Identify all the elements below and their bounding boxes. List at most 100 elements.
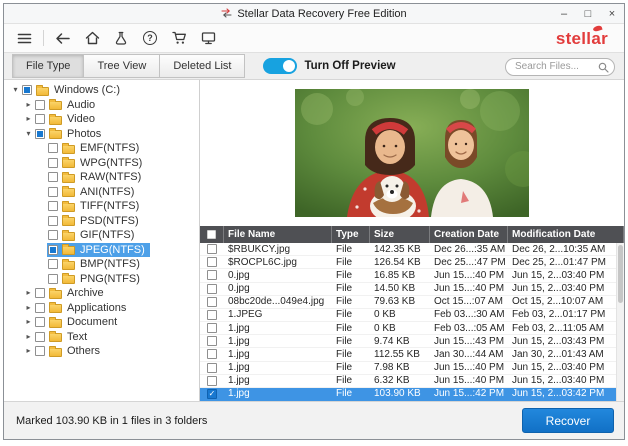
home-icon[interactable]	[82, 27, 102, 49]
status-text: Marked 103.90 KB in 1 files in 3 folders	[16, 414, 208, 427]
flask-icon[interactable]	[111, 27, 131, 49]
tree-item-png-ntfs[interactable]: PNG(NTFS)	[4, 272, 199, 287]
file-checkbox[interactable]	[207, 283, 217, 294]
monitor-icon[interactable]	[198, 27, 218, 49]
recover-button[interactable]: Recover	[522, 408, 614, 433]
table-row[interactable]: 1.JPEG File 0 KB Feb 03...:30 AM Feb 03, 2..…	[200, 309, 616, 323]
back-icon[interactable]	[53, 27, 73, 49]
tree-item-wpg-ntfs[interactable]: WPG(NTFS)	[4, 156, 199, 171]
folder-checkbox[interactable]	[48, 215, 58, 226]
table-row[interactable]: ✓ 1.jpg File 103.90 KB Jun 15...:42 PM Jun 15…	[200, 387, 616, 402]
table-row[interactable]: 0.jpg File 14.50 KB Jun 15...:40 PM Jun 15, …	[200, 283, 616, 296]
select-all-checkbox[interactable]	[207, 230, 216, 239]
table-row[interactable]: 1.jpg File 112.55 KB Jan 30...:44 AM Jan 30,…	[200, 348, 616, 362]
collapse-arrow-icon[interactable]: ▾	[10, 86, 21, 94]
tree-item-gif-ntfs[interactable]: GIF(NTFS)	[4, 228, 199, 243]
table-row[interactable]: 0.jpg File 16.85 KB Jun 15...:40 PM Jun 15, …	[200, 269, 616, 283]
expand-arrow-icon[interactable]: ▸	[23, 332, 34, 341]
search-icon[interactable]	[598, 60, 609, 78]
folder-checkbox[interactable]	[35, 288, 45, 299]
maximize-button[interactable]: □	[576, 4, 600, 23]
folder-checkbox[interactable]	[48, 201, 58, 212]
folder-checkbox[interactable]	[48, 143, 58, 154]
collapse-arrow-icon[interactable]: ▾	[23, 129, 34, 138]
tree-item-psd-ntfs[interactable]: PSD(NTFS)	[4, 214, 199, 229]
file-checkbox[interactable]	[207, 362, 217, 373]
column-header-file-name[interactable]: File Name	[224, 226, 332, 243]
folder-checkbox[interactable]	[48, 172, 58, 183]
expand-arrow-icon[interactable]: ▸	[23, 100, 34, 109]
file-checkbox[interactable]	[207, 375, 217, 386]
menu-icon[interactable]	[14, 27, 34, 49]
tree-item-jpeg-ntfs[interactable]: JPEG(NTFS)	[4, 242, 199, 257]
expand-arrow-icon[interactable]: ▸	[23, 289, 34, 297]
expand-arrow-icon[interactable]: ▸	[23, 303, 34, 312]
folder-checkbox[interactable]	[35, 346, 45, 357]
tree-item-windows-c[interactable]: ▾ Windows (C:)	[4, 83, 199, 98]
folder-checkbox[interactable]	[48, 259, 58, 270]
folder-checkbox[interactable]	[48, 244, 58, 255]
close-button[interactable]: ×	[600, 4, 624, 23]
file-checkbox[interactable]	[207, 309, 217, 320]
table-row[interactable]: 1.jpg File 7.98 KB Jun 15...:40 PM Jun 15, 2…	[200, 362, 616, 375]
table-row[interactable]: 1.jpg File 0 KB Feb 03...:05 AM Feb 03, 2...…	[200, 322, 616, 336]
tree-item-archive[interactable]: ▸ Archive	[4, 286, 199, 301]
tree-item-document[interactable]: ▸ Document	[4, 315, 199, 330]
folder-checkbox[interactable]	[35, 114, 45, 125]
table-row[interactable]: $ROCPL6C.jpg File 126.54 KB Dec 25...:47 PM…	[200, 256, 616, 270]
column-header-type[interactable]: Type	[332, 226, 370, 243]
file-checkbox[interactable]	[207, 257, 217, 268]
folder-checkbox[interactable]	[48, 186, 58, 197]
file-checkbox[interactable]	[207, 349, 217, 360]
tree-item-photos[interactable]: ▾ Photos	[4, 127, 199, 142]
tree-item-inner: Photos	[34, 127, 106, 142]
column-header-creation-date[interactable]: Creation Date	[430, 226, 508, 243]
tree-item-bmp-ntfs[interactable]: BMP(NTFS)	[4, 257, 199, 272]
tree-item-audio[interactable]: ▸ Audio	[4, 98, 199, 113]
tree-item-raw-ntfs[interactable]: RAW(NTFS)	[4, 170, 199, 185]
folder-checkbox[interactable]	[35, 317, 45, 328]
tree-item-video[interactable]: ▸ Video	[4, 112, 199, 127]
tree-item-applications[interactable]: ▸ Applications	[4, 301, 199, 316]
tree-item-text[interactable]: ▸ Text	[4, 330, 199, 345]
tab-file-type[interactable]: File Type	[12, 54, 85, 78]
folder-icon	[49, 113, 62, 125]
file-name: 1.JPEG	[228, 309, 263, 321]
file-size: 79.63 KB	[374, 296, 416, 308]
folder-checkbox[interactable]	[48, 230, 58, 241]
folder-checkbox[interactable]	[48, 273, 58, 284]
minimize-button[interactable]: –	[552, 4, 576, 23]
folder-checkbox[interactable]	[35, 99, 45, 110]
tree-item-tiff-ntfs[interactable]: TIFF(NTFS)	[4, 199, 199, 214]
folder-checkbox[interactable]	[35, 331, 45, 342]
help-icon[interactable]: ?	[140, 27, 160, 49]
preview-toggle[interactable]	[263, 58, 298, 74]
folder-checkbox[interactable]	[35, 128, 45, 139]
scrollbar-thumb[interactable]	[618, 245, 623, 303]
file-checkbox[interactable]	[207, 323, 217, 334]
expand-arrow-icon[interactable]: ▸	[23, 318, 34, 326]
file-checkbox[interactable]	[207, 296, 217, 307]
table-scrollbar[interactable]	[616, 243, 624, 401]
expand-arrow-icon[interactable]: ▸	[23, 115, 34, 123]
column-header-size[interactable]: Size	[370, 226, 430, 243]
folder-checkbox[interactable]	[22, 85, 32, 96]
file-checkbox[interactable]	[207, 336, 217, 347]
table-row[interactable]: 1.jpg File 9.74 KB Jun 15...:43 PM Jun 15, 2…	[200, 335, 616, 349]
tree-item-emf-ntfs[interactable]: EMF(NTFS)	[4, 141, 199, 156]
file-checkbox[interactable]	[207, 244, 217, 255]
folder-checkbox[interactable]	[48, 157, 58, 168]
table-row[interactable]: 1.jpg File 6.32 KB Jun 15...:40 PM Jun 15, 2…	[200, 375, 616, 388]
column-header-modification-date[interactable]: Modification Date	[508, 226, 624, 243]
cart-icon[interactable]	[169, 27, 189, 49]
tree-item-others[interactable]: ▸ Others	[4, 344, 199, 359]
table-row[interactable]: $RBUKCY.jpg File 142.35 KB Dec 26...:35 AM D…	[200, 243, 616, 257]
tab-deleted-list[interactable]: Deleted List	[160, 54, 246, 78]
expand-arrow-icon[interactable]: ▸	[23, 347, 34, 355]
file-checkbox[interactable]: ✓	[207, 388, 217, 399]
folder-checkbox[interactable]	[35, 302, 45, 313]
file-checkbox[interactable]	[207, 270, 217, 281]
table-row[interactable]: 08bc20de...049e4.jpg File 79.63 KB Oct 15..…	[200, 296, 616, 309]
tab-tree-view[interactable]: Tree View	[84, 54, 161, 78]
tree-item-ani-ntfs[interactable]: ANI(NTFS)	[4, 185, 199, 200]
